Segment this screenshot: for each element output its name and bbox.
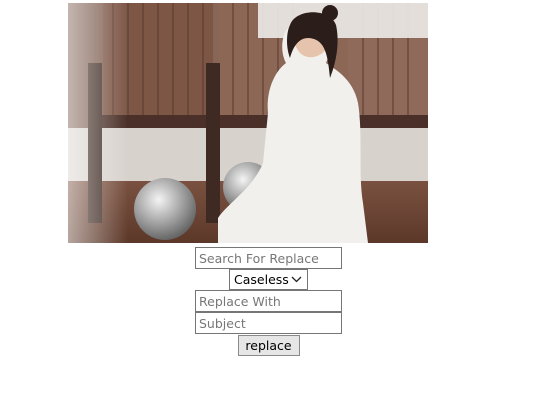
mode-select-value: Caseless — [234, 272, 289, 287]
subject-input[interactable] — [195, 312, 342, 334]
chevron-down-icon — [291, 276, 302, 283]
photo — [68, 3, 428, 243]
mode-select[interactable]: Caseless — [229, 269, 308, 290]
photo-art — [68, 3, 428, 243]
search-input[interactable] — [195, 247, 342, 269]
replace-button[interactable]: replace — [237, 335, 300, 356]
replace-form: Caseless replace — [0, 247, 537, 356]
replace-with-input[interactable] — [195, 290, 342, 312]
